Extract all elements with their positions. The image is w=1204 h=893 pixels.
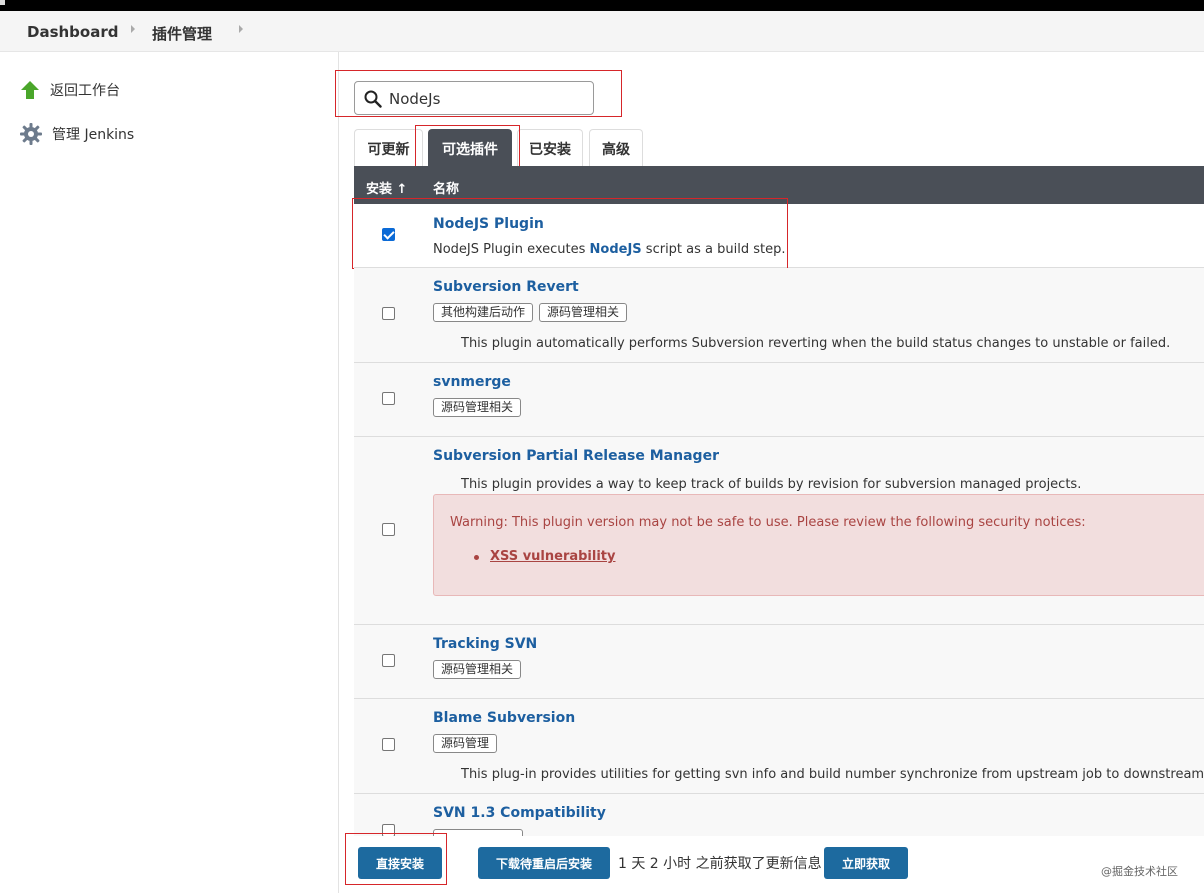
- install-checkbox[interactable]: [382, 523, 395, 536]
- tab-advanced[interactable]: 高级: [589, 129, 643, 167]
- category-tag[interactable]: 其他构建后动作: [433, 303, 534, 322]
- arrow-up-icon: [21, 81, 39, 99]
- table-row: Subversion Revert 其他构建后动作 源码管理相关 This pl…: [354, 268, 1204, 363]
- plugin-name-link[interactable]: Blame Subversion: [433, 710, 575, 726]
- sidebar-divider: [338, 52, 339, 893]
- sidebar-item-label: 管理 Jenkins: [52, 127, 135, 143]
- category-tag[interactable]: 源码管理: [433, 734, 498, 753]
- install-checkbox[interactable]: [382, 307, 395, 320]
- install-checkbox[interactable]: [382, 654, 395, 667]
- plugin-name-link[interactable]: Tracking SVN: [433, 636, 537, 652]
- check-now-button[interactable]: 立即获取: [824, 847, 908, 879]
- plugin-search-field[interactable]: [354, 81, 594, 115]
- download-install-after-restart-button[interactable]: 下载待重启后安装: [478, 847, 610, 879]
- warning-text: Warning: This plugin version may not be …: [450, 515, 1086, 530]
- security-notice-link[interactable]: XSS vulnerability: [490, 549, 616, 564]
- plugin-description: NodeJS Plugin executes NodeJS script as …: [433, 242, 786, 257]
- table-header: 安装 ↑ 名称: [354, 166, 1204, 204]
- install-checkbox[interactable]: [382, 738, 395, 751]
- top-bar: [0, 0, 1204, 11]
- tab-available[interactable]: 可选插件: [428, 129, 512, 167]
- plugin-name-link[interactable]: SVN 1.3 Compatibility: [433, 805, 606, 821]
- breadcrumb-dashboard[interactable]: Dashboard: [27, 23, 118, 41]
- plugin-name-link[interactable]: Subversion Partial Release Manager: [433, 448, 719, 464]
- category-tag[interactable]: 源码管理相关: [539, 303, 628, 322]
- tab-updates[interactable]: 可更新: [354, 129, 423, 167]
- search-input[interactable]: [389, 88, 584, 110]
- security-warning: Warning: This plugin version may not be …: [433, 494, 1204, 596]
- breadcrumb-chevron-icon: [131, 25, 135, 33]
- bullet-icon: [474, 555, 479, 560]
- plugin-name-link[interactable]: NodeJS Plugin: [433, 216, 544, 232]
- sidebar-item-back-to-dashboard[interactable]: 返回工作台: [20, 80, 120, 100]
- plugin-description: This plugin automatically performs Subve…: [461, 336, 1171, 351]
- tab-installed[interactable]: 已安装: [517, 129, 583, 167]
- install-checkbox[interactable]: [382, 392, 395, 405]
- breadcrumb: Dashboard 插件管理: [0, 11, 1204, 52]
- jenkins-logo-fragment: [0, 0, 5, 5]
- table-row: Blame Subversion 源码管理 This plug-in provi…: [354, 699, 1204, 794]
- install-now-button[interactable]: 直接安装: [358, 847, 442, 879]
- table-row: Subversion Partial Release Manager This …: [354, 437, 1204, 625]
- bottom-action-bar: 直接安装 下载待重启后安装 1 天 2 小时 之前获取了更新信息 立即获取 @掘…: [339, 836, 1204, 893]
- sidebar-item-manage-jenkins[interactable]: 管理 Jenkins: [20, 123, 134, 145]
- category-tag[interactable]: 源码管理相关: [433, 660, 522, 679]
- install-checkbox[interactable]: [382, 228, 395, 241]
- breadcrumb-chevron-icon[interactable]: [239, 25, 243, 33]
- update-info-text: 1 天 2 小时 之前获取了更新信息: [618, 856, 822, 872]
- plugin-description: This plugin provides a way to keep track…: [461, 477, 1082, 492]
- watermark: @掘金技术社区: [1101, 865, 1178, 878]
- column-header-name[interactable]: 名称: [433, 178, 459, 197]
- breadcrumb-plugin-manager[interactable]: 插件管理: [152, 23, 212, 44]
- plugin-description: This plug-in provides utilities for gett…: [461, 767, 1204, 782]
- gear-icon: [20, 123, 42, 145]
- sidebar-item-label: 返回工作台: [50, 83, 120, 99]
- plugin-name-link[interactable]: svnmerge: [433, 374, 511, 390]
- column-header-install[interactable]: 安装 ↑: [366, 178, 407, 197]
- search-icon: [364, 90, 382, 108]
- plugin-name-link[interactable]: Subversion Revert: [433, 279, 579, 295]
- table-row: svnmerge 源码管理相关: [354, 363, 1204, 437]
- table-row: NodeJS Plugin NodeJS Plugin executes Nod…: [354, 204, 1204, 268]
- category-tag[interactable]: 源码管理相关: [433, 398, 522, 417]
- table-row: Tracking SVN 源码管理相关: [354, 625, 1204, 699]
